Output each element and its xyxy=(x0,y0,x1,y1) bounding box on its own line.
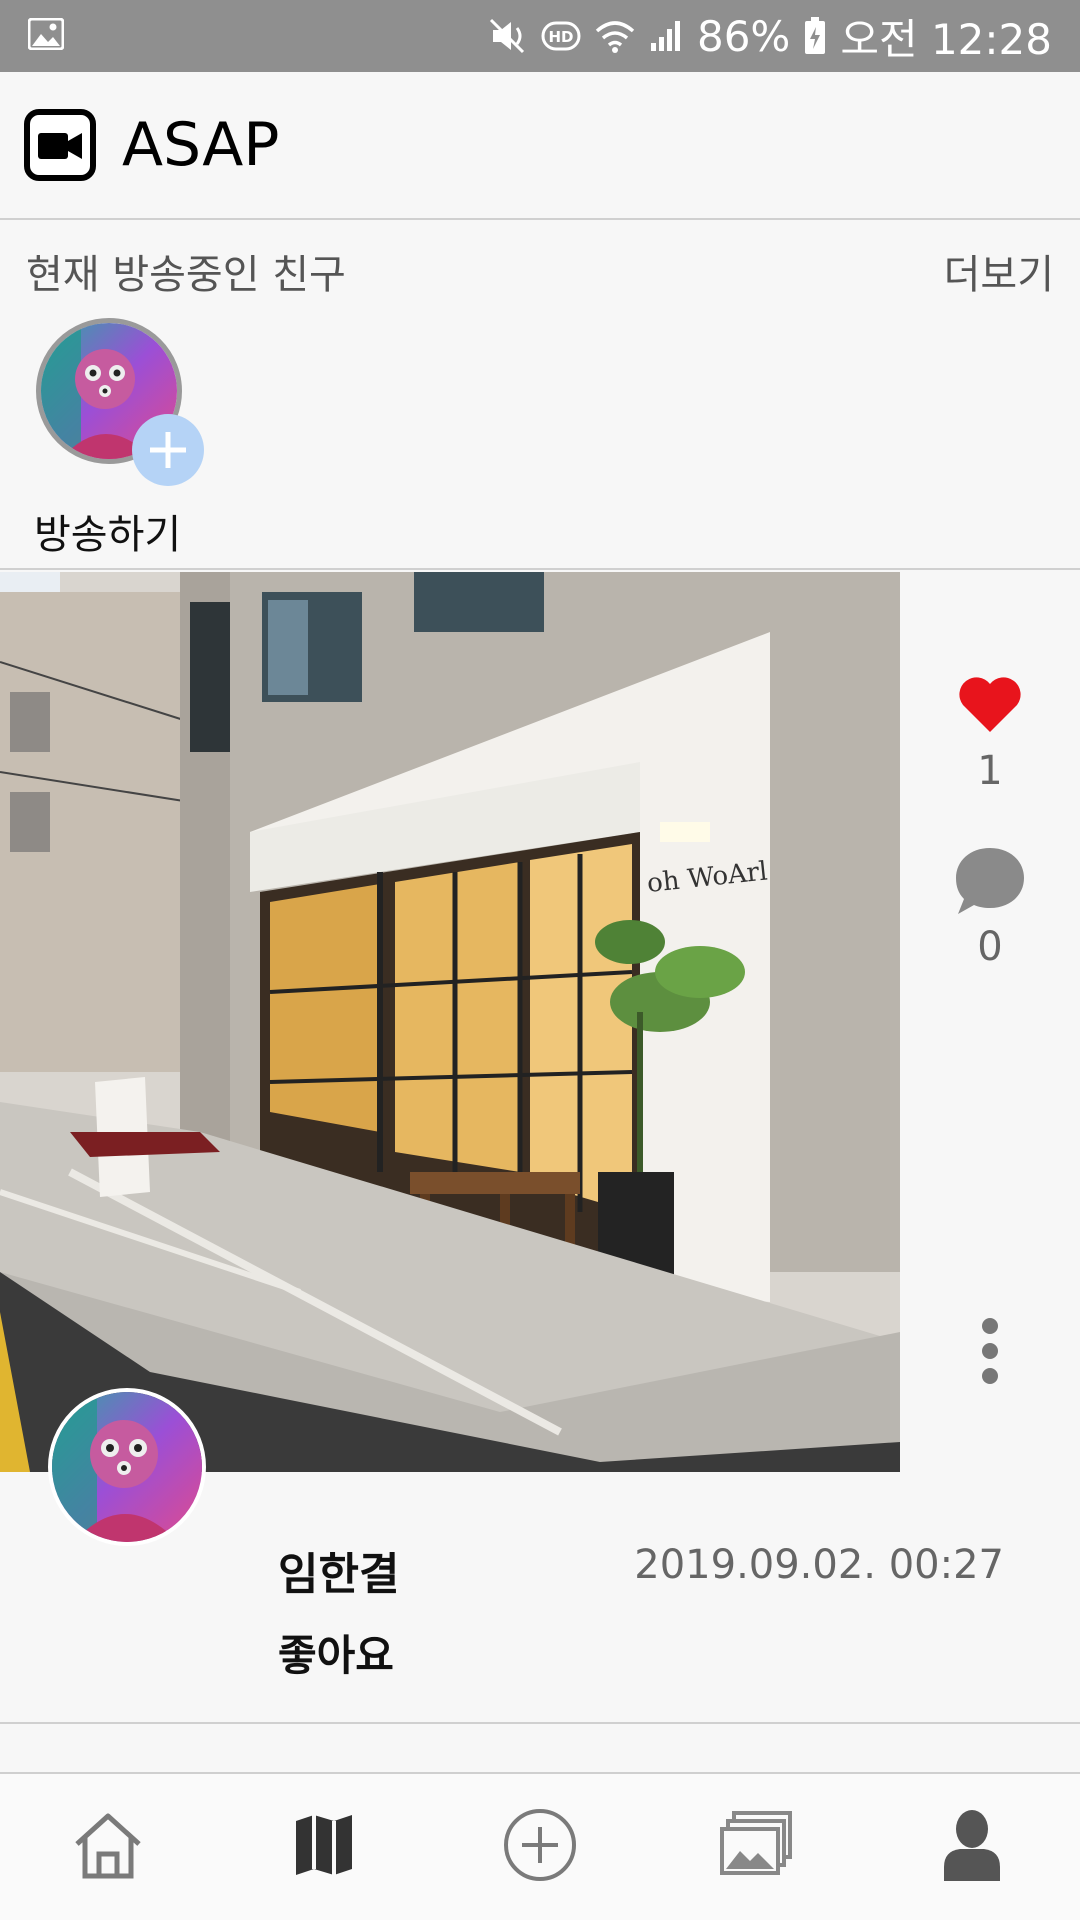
post-actions: 1 0 xyxy=(900,572,1080,1472)
nav-add[interactable] xyxy=(432,1774,648,1920)
post-image[interactable]: oh WoArl xyxy=(0,572,900,1472)
profile-icon xyxy=(942,1809,1002,1885)
comment-icon[interactable] xyxy=(952,844,1028,924)
nav-gallery[interactable] xyxy=(648,1774,864,1920)
comment-count: 0 xyxy=(977,924,1003,970)
nav-map[interactable] xyxy=(216,1774,432,1920)
mute-icon xyxy=(489,18,527,54)
broadcast-button[interactable] xyxy=(36,318,204,486)
clock: 오전 12:28 xyxy=(840,14,1052,64)
signal-icon xyxy=(649,19,683,53)
home-icon xyxy=(71,1810,145,1884)
app-title: ASAP xyxy=(122,110,280,180)
author-avatar[interactable] xyxy=(48,1388,206,1546)
add-icon xyxy=(132,414,204,486)
hd-icon: HD xyxy=(541,21,581,51)
nav-profile[interactable] xyxy=(864,1774,1080,1920)
status-bar: HD 86% 오전 12:28 xyxy=(0,0,1080,72)
image-icon xyxy=(27,17,65,54)
video-camera-icon xyxy=(24,109,96,181)
battery-charging-icon xyxy=(804,17,826,55)
bottom-nav xyxy=(0,1774,1080,1920)
post-text: 좋아요 xyxy=(278,1631,394,1680)
gallery-icon xyxy=(718,1809,794,1885)
nav-home[interactable] xyxy=(0,1774,216,1920)
author-name[interactable]: 임한결 xyxy=(278,1538,399,1602)
like-count: 1 xyxy=(977,748,1003,794)
svg-text:HD: HD xyxy=(548,28,573,46)
live-friends-section: 현재 방송중인 친구 더보기 방송하기 xyxy=(0,222,1080,570)
more-vertical-icon[interactable] xyxy=(978,1316,1002,1390)
wifi-icon xyxy=(595,19,635,53)
divider xyxy=(0,568,1080,570)
heart-icon[interactable] xyxy=(957,674,1023,738)
add-circle-icon xyxy=(502,1807,578,1887)
post-date: 2019.09.02. 00:27 xyxy=(634,1542,1004,1588)
live-friends-title: 현재 방송중인 친구 xyxy=(26,252,346,298)
more-link[interactable]: 더보기 xyxy=(944,242,1054,300)
app-header: ASAP xyxy=(0,72,1080,220)
map-icon xyxy=(294,1813,354,1881)
broadcast-label: 방송하기 xyxy=(34,512,182,558)
divider xyxy=(0,1722,1080,1724)
battery-percent: 86% xyxy=(696,11,791,61)
